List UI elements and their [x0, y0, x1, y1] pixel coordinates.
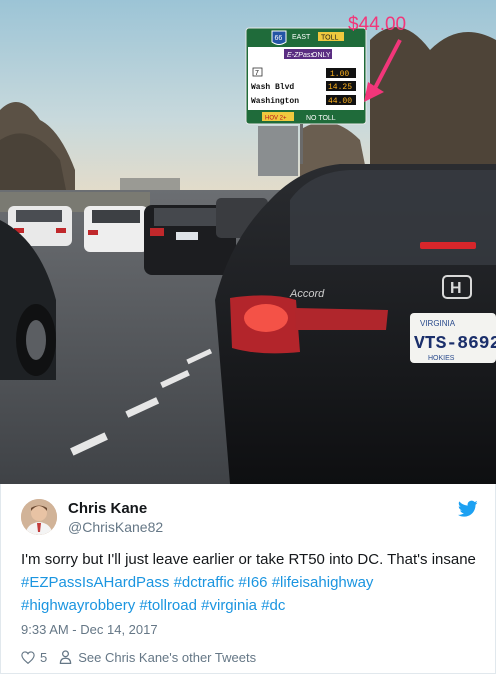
svg-text:14.25: 14.25 — [328, 83, 352, 92]
tweet-timestamp[interactable]: 9:33 AM - Dec 14, 2017 — [21, 622, 158, 637]
svg-text:HOV 2+: HOV 2+ — [265, 116, 287, 122]
svg-text:7: 7 — [255, 70, 259, 77]
like-count[interactable]: 5 — [40, 650, 47, 665]
svg-text:VTS-8692: VTS-8692 — [414, 334, 496, 354]
svg-text:E-ZPass: E-ZPass — [287, 52, 314, 59]
svg-text:EAST: EAST — [292, 34, 311, 41]
hashtag-link[interactable]: #I66 — [238, 574, 267, 591]
avatar[interactable] — [21, 499, 57, 535]
svg-text:TOLL: TOLL — [321, 35, 338, 42]
svg-text:1.00: 1.00 — [330, 70, 349, 79]
accord-badge: Accord — [289, 288, 325, 300]
hashtag-link[interactable]: #dc — [261, 597, 285, 614]
svg-text:66: 66 — [275, 35, 283, 42]
svg-text:H: H — [450, 280, 462, 297]
hashtag-link[interactable]: #dctraffic — [174, 574, 235, 591]
svg-text:Washington: Washington — [251, 97, 299, 106]
tweet-photo[interactable]: H Accord VIRGINIA VTS-8692 HOKIES 66 EAS… — [0, 0, 496, 484]
svg-text:VIRGINIA: VIRGINIA — [420, 319, 456, 328]
author-handle[interactable]: @ChrisKane82 — [68, 519, 163, 535]
twitter-bird-icon[interactable] — [458, 500, 478, 518]
overlay-price-annotation: $44.00 — [348, 14, 406, 35]
svg-text:HOKIES: HOKIES — [428, 355, 455, 362]
svg-text:Wash Blvd: Wash Blvd — [251, 83, 294, 92]
heart-icon[interactable] — [21, 650, 35, 664]
hashtag-link[interactable]: #EZPassIsAHardPass — [21, 574, 169, 591]
author-name[interactable]: Chris Kane — [68, 500, 147, 517]
hashtag-link[interactable]: #virginia — [201, 597, 257, 614]
tweet-text: I'm sorry but I'll just leave earlier or… — [21, 548, 481, 617]
hashtag-link[interactable]: #tollroad — [139, 597, 197, 614]
person-icon — [60, 650, 72, 664]
svg-text:ONLY: ONLY — [312, 52, 331, 59]
hashtag-link[interactable]: #lifeisahighway — [272, 574, 374, 591]
hashtag-link[interactable]: #highwayrobbery — [21, 597, 135, 614]
svg-text:44.00: 44.00 — [328, 97, 352, 106]
other-tweets-link[interactable]: See Chris Kane's other Tweets — [78, 650, 256, 665]
tweet-text-intro: I'm sorry but I'll just leave earlier or… — [21, 551, 476, 568]
tweet-actions: 5 See Chris Kane's other Tweets — [21, 648, 256, 666]
svg-text:NO TOLL: NO TOLL — [306, 115, 336, 122]
